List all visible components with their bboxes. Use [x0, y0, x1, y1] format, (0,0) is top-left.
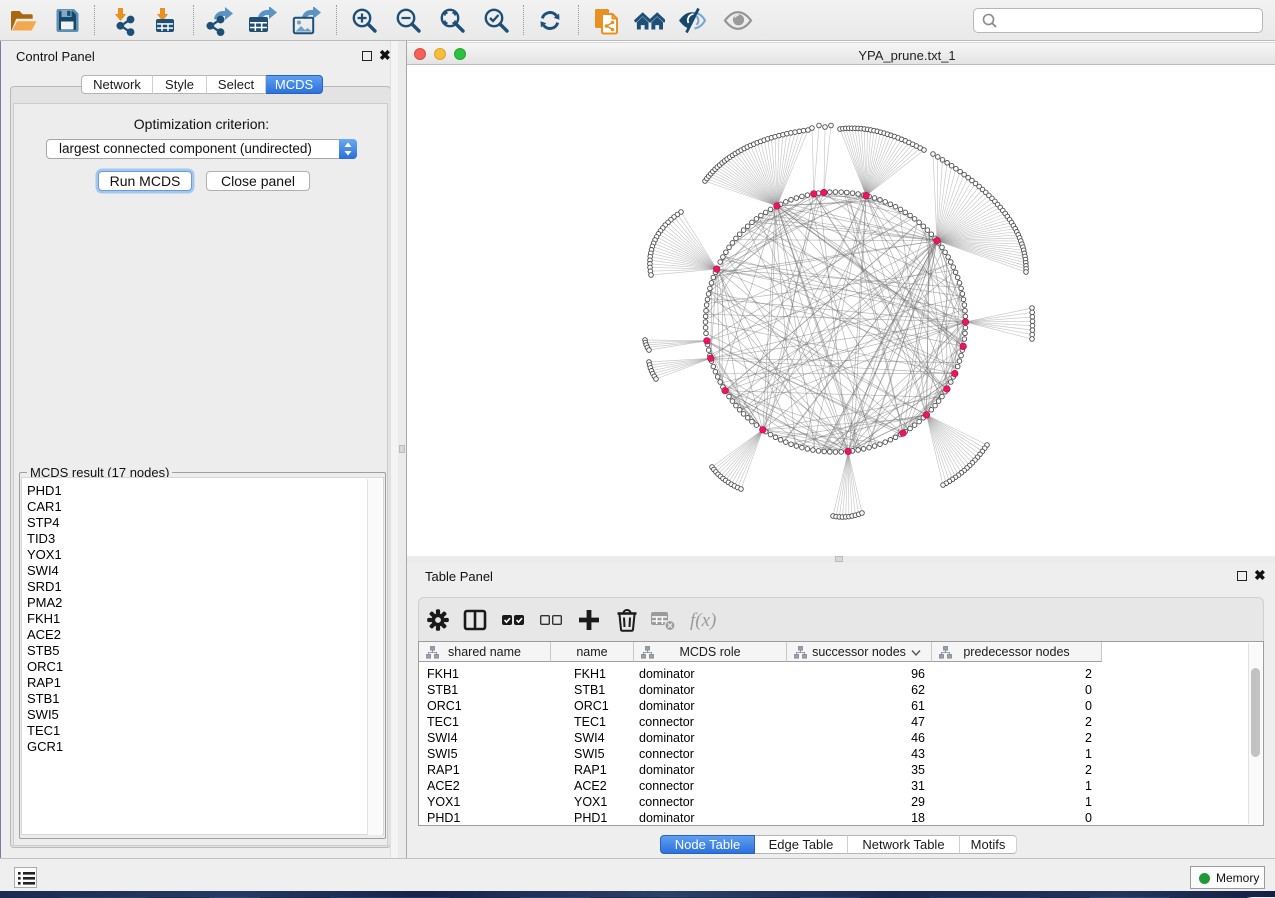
svg-text:f(x): f(x) — [690, 610, 716, 631]
